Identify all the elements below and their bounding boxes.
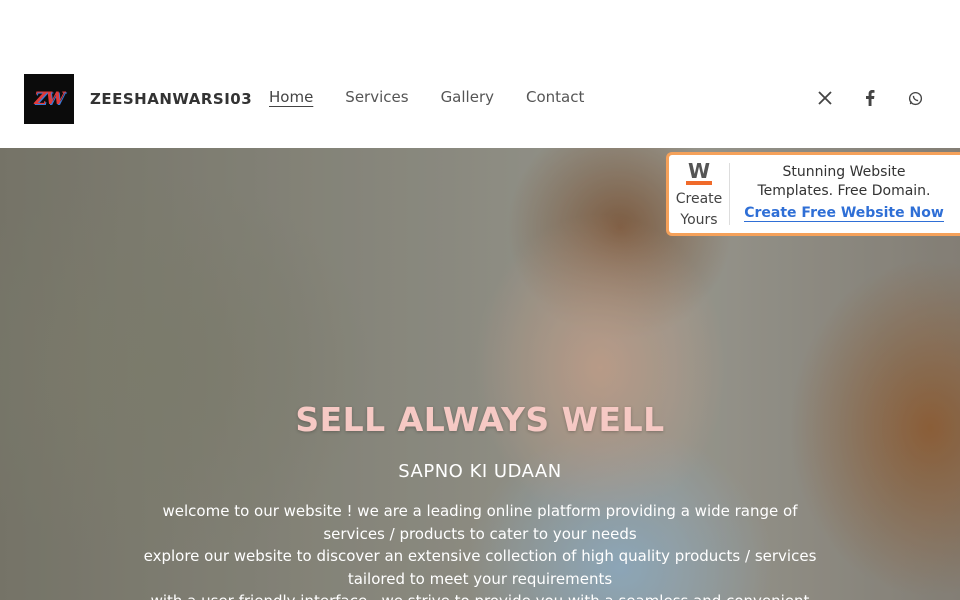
nav-services[interactable]: Services [345, 88, 408, 106]
site-header: ZW ZEESHANWARSI03 Home Services Gallery … [0, 74, 960, 148]
promo-create-line: Yours [680, 212, 718, 228]
promo-logo-block: W Create Yours [669, 155, 729, 233]
hero-line: with a user friendly interface , we stri… [135, 590, 825, 600]
hero-title: SELL ALWAYS WELL [295, 400, 665, 439]
hero-description: welcome to our website ! we are a leadin… [135, 500, 825, 600]
hero-line: welcome to our website ! we are a leadin… [162, 502, 798, 543]
promo-banner[interactable]: W Create Yours Stunning Website Template… [666, 152, 960, 236]
promo-text-block: Stunning Website Templates. Free Domain.… [733, 163, 955, 222]
promo-text-line: Stunning Website [782, 164, 906, 180]
promo-divider [729, 163, 730, 225]
main-nav: Home Services Gallery Contact [269, 88, 584, 106]
logo-text: ZW [34, 89, 64, 109]
whatsapp-icon[interactable] [906, 88, 924, 108]
hero-line: explore our website to discover an exten… [143, 547, 817, 588]
nav-gallery[interactable]: Gallery [441, 88, 494, 106]
hero-content: SELL ALWAYS WELL SAPNO KI UDAAN welcome … [0, 400, 960, 600]
nav-contact[interactable]: Contact [526, 88, 584, 106]
promo-cta-link[interactable]: Create Free Website Now [744, 205, 944, 222]
site-logo[interactable]: ZW [24, 74, 74, 124]
x-icon[interactable] [816, 88, 834, 108]
site-brand-name[interactable]: ZEESHANWARSI03 [90, 90, 252, 108]
facebook-icon[interactable] [861, 88, 879, 108]
promo-text-line: Templates. Free Domain. [757, 183, 931, 199]
promo-create-label: Create Yours [669, 189, 729, 231]
promo-create-line: Create [675, 191, 723, 207]
nav-home[interactable]: Home [269, 88, 313, 106]
social-links [816, 88, 924, 108]
promo-logo-icon: W [685, 159, 713, 185]
hero-subtitle: SAPNO KI UDAAN [398, 461, 562, 482]
